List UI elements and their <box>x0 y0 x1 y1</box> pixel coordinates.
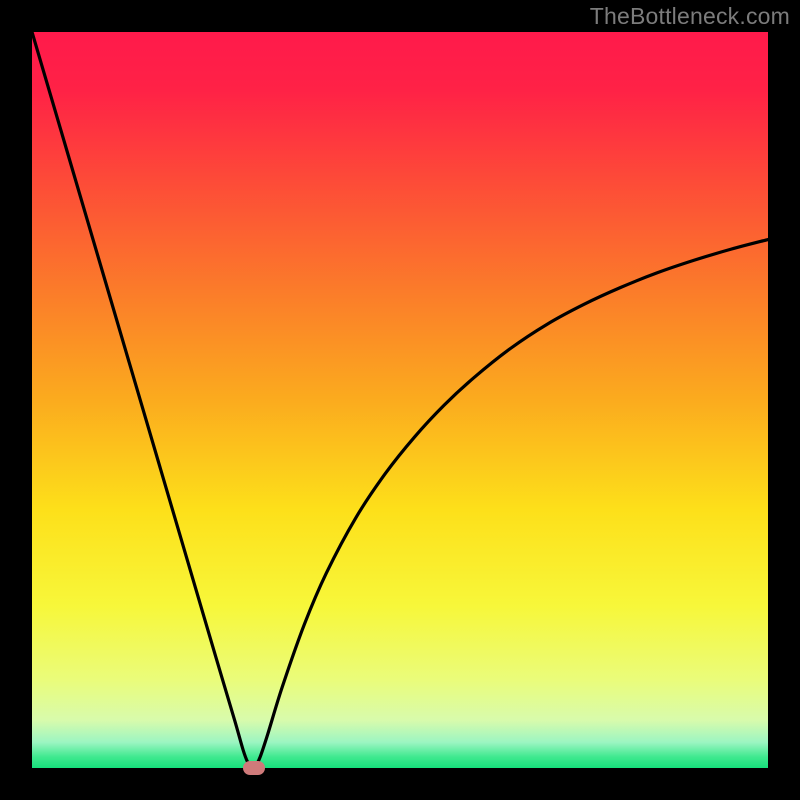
chart-frame: TheBottleneck.com <box>0 0 800 800</box>
watermark-text: TheBottleneck.com <box>590 3 790 30</box>
plot-area <box>32 32 768 768</box>
chart-svg <box>32 32 768 768</box>
chart-background <box>32 32 768 768</box>
minimum-marker <box>243 761 265 775</box>
